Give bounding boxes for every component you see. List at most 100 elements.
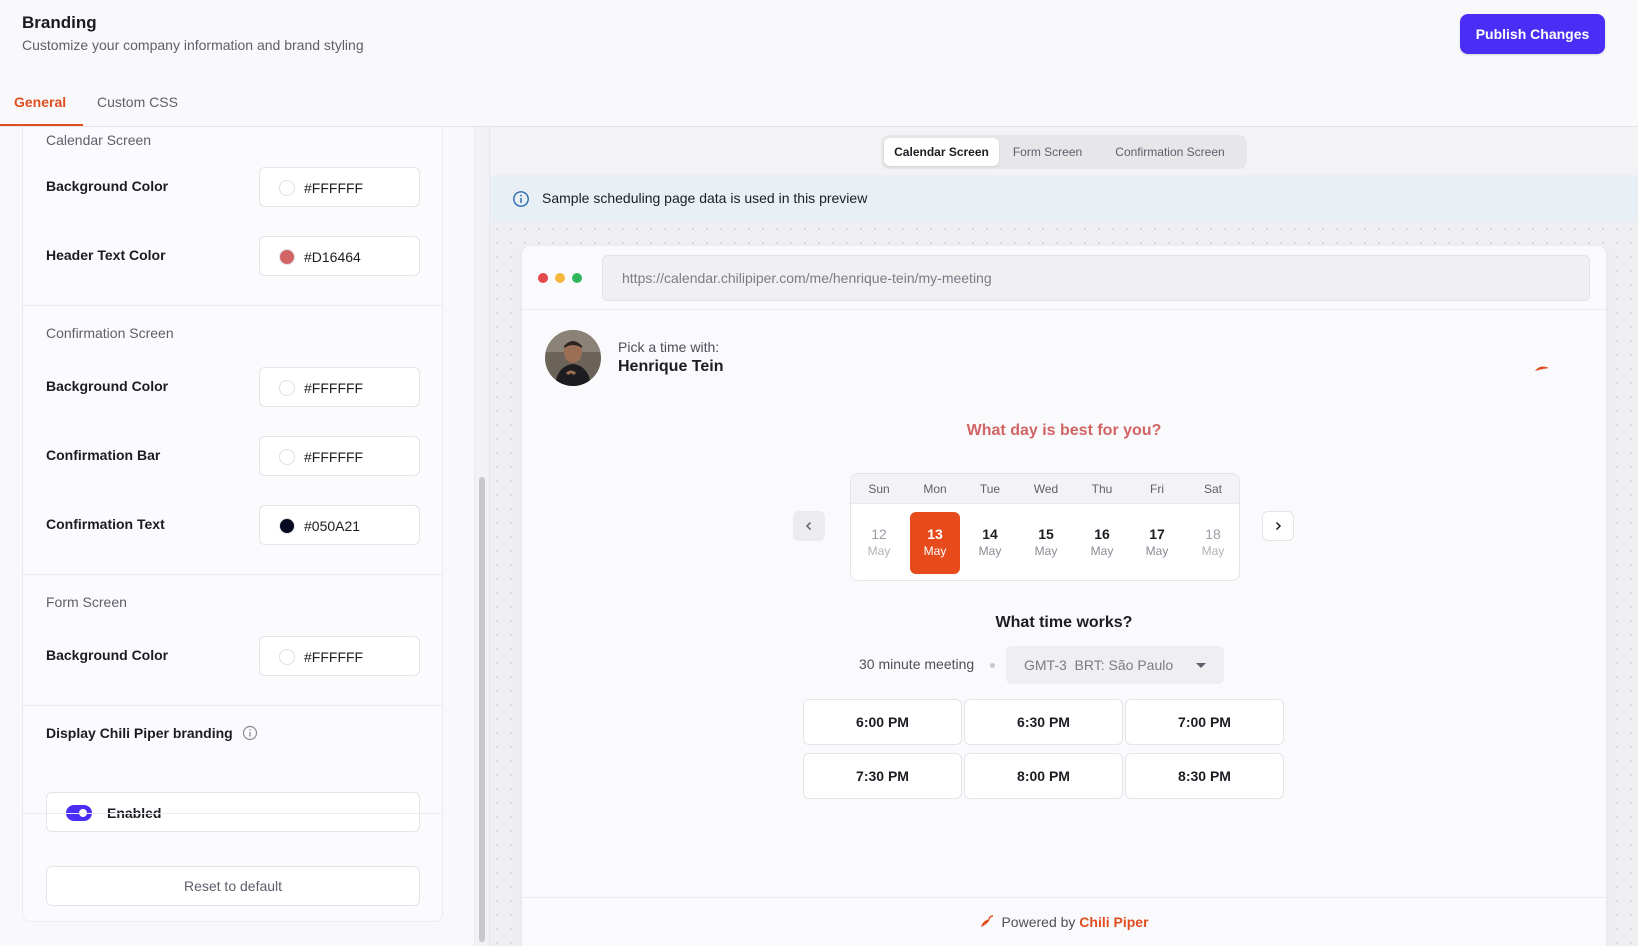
chili-pepper-icon <box>981 915 994 927</box>
next-week-button[interactable] <box>1262 511 1294 541</box>
form-bg-color-input[interactable]: #FFFFFF <box>259 636 420 676</box>
section-divider <box>23 574 442 575</box>
timezone-select[interactable]: GMT-3 BRT: São Paulo <box>1006 646 1224 684</box>
screen-tab-form[interactable]: Form Screen <box>1001 138 1094 166</box>
section-title-confirmation-screen: Confirmation Screen <box>46 325 174 341</box>
browser-bar: https://calendar.chilipiper.com/me/henri… <box>522 246 1606 310</box>
chili-piper-link[interactable]: Chili Piper <box>1079 914 1148 930</box>
color-swatch[interactable] <box>279 180 295 196</box>
date-day: 14 <box>982 526 998 542</box>
info-icon <box>513 191 529 207</box>
time-slot-button[interactable]: 6:00 PM <box>803 699 962 745</box>
timezone-value: GMT-3 BRT: São Paulo <box>1024 657 1174 673</box>
screen-tab-calendar[interactable]: Calendar Screen <box>884 138 999 166</box>
date-day: 18 <box>1205 526 1221 542</box>
publish-changes-button[interactable]: Publish Changes <box>1460 14 1605 54</box>
color-swatch[interactable] <box>279 249 295 265</box>
scrollbar[interactable] <box>474 127 490 946</box>
date-day: 17 <box>1149 526 1165 542</box>
main-tabs: General Custom CSS <box>0 80 1638 127</box>
reset-to-default-button[interactable]: Reset to default <box>46 866 420 906</box>
meeting-length: 30 minute meeting <box>859 656 975 672</box>
confirmation-text-color-label: Confirmation Text <box>46 516 165 532</box>
settings-panel: Calendar Screen Background Color #FFFFFF… <box>0 127 478 946</box>
confirmation-bar-color-input[interactable]: #FFFFFF <box>259 436 420 476</box>
url-text: https://calendar.chilipiper.com/me/henri… <box>622 270 992 286</box>
date-day: 13 <box>927 526 943 542</box>
calendar-header-text-color-label: Header Text Color <box>46 247 166 263</box>
section-title-form-screen: Form Screen <box>46 594 127 610</box>
chili-pepper-icon <box>1535 366 1549 371</box>
color-swatch[interactable] <box>279 649 295 665</box>
confirmation-bg-color-label: Background Color <box>46 378 169 394</box>
host-intro: Pick a time with: <box>618 339 720 355</box>
time-slot-button[interactable]: 8:30 PM <box>1125 753 1284 799</box>
weekday-label: Wed <box>1033 482 1059 496</box>
section-title-calendar-screen: Calendar Screen <box>46 132 152 148</box>
date-month: May <box>867 544 891 558</box>
chevron-right-icon <box>1275 521 1282 530</box>
previous-week-button[interactable] <box>793 511 825 541</box>
time-slot-button[interactable]: 7:30 PM <box>803 753 962 799</box>
window-maximize-dot <box>572 273 582 283</box>
section-divider <box>23 705 442 706</box>
time-slot-button[interactable]: 8:00 PM <box>964 753 1123 799</box>
date-month: May <box>1090 544 1114 558</box>
color-swatch[interactable] <box>279 449 295 465</box>
weekday-label: Tue <box>979 482 1001 496</box>
weekday-header: Sun Mon Tue Wed Thu Fri Sat <box>851 474 1239 504</box>
color-swatch[interactable] <box>279 380 295 396</box>
tab-custom-css[interactable]: Custom CSS <box>97 94 178 110</box>
separator-dot <box>990 663 995 668</box>
window-minimize-dot <box>555 273 565 283</box>
date-cell-14[interactable]: 14 May <box>965 512 1015 574</box>
date-cell-16[interactable]: 16 May <box>1077 512 1127 574</box>
date-month: May <box>1201 544 1225 558</box>
date-day: 16 <box>1094 526 1110 542</box>
weekday-label: Mon <box>923 482 947 496</box>
color-value: #050A21 <box>304 518 361 534</box>
time-question: What time works? <box>995 614 1133 631</box>
color-value: #FFFFFF <box>304 649 364 665</box>
powered-by-footer: Powered by Chili Piper <box>522 897 1606 946</box>
caret-down-icon <box>1196 663 1206 668</box>
tab-general[interactable]: General <box>14 94 66 110</box>
branding-toggle-row[interactable]: Enabled <box>46 792 420 832</box>
time-slot-button[interactable]: 6:30 PM <box>964 699 1123 745</box>
date-cell-15[interactable]: 15 May <box>1021 512 1071 574</box>
browser-mockup: https://calendar.chilipiper.com/me/henri… <box>522 246 1606 946</box>
scrollbar-thumb[interactable] <box>479 477 485 942</box>
section-divider <box>23 813 442 814</box>
calendar-header-text-color-input[interactable]: #D16464 <box>259 236 420 276</box>
color-swatch[interactable] <box>279 518 295 534</box>
page-title: Branding <box>22 13 97 32</box>
weekday-label: Fri <box>1150 482 1164 496</box>
date-day: 12 <box>871 526 887 542</box>
screen-tab-confirmation[interactable]: Confirmation Screen <box>1096 138 1244 166</box>
preview-panel: Calendar Screen Form Screen Confirmation… <box>490 127 1638 946</box>
color-value: #FFFFFF <box>304 380 364 396</box>
calendar-bg-color-label: Background Color <box>46 178 169 194</box>
date-cell-18: 18 May <box>1188 512 1238 574</box>
date-cell-12: 12 May <box>854 512 904 574</box>
settings-card: Calendar Screen Background Color #FFFFFF… <box>22 127 443 922</box>
color-value: #D16464 <box>304 249 361 265</box>
date-day: 15 <box>1038 526 1054 542</box>
confirmation-text-color-input[interactable]: #050A21 <box>259 505 420 545</box>
preview-notice: Sample scheduling page data is used in t… <box>490 175 1638 222</box>
url-bar: https://calendar.chilipiper.com/me/henri… <box>602 255 1590 301</box>
window-close-dot <box>538 273 548 283</box>
chevron-left-icon <box>805 521 812 530</box>
date-month: May <box>978 544 1002 558</box>
form-bg-color-label: Background Color <box>46 647 169 663</box>
day-question: What day is best for you? <box>966 422 1162 439</box>
time-slot-button[interactable]: 7:00 PM <box>1125 699 1284 745</box>
date-cell-13[interactable]: 13 May <box>910 512 960 574</box>
date-cell-17[interactable]: 17 May <box>1132 512 1182 574</box>
calendar-bg-color-input[interactable]: #FFFFFF <box>259 167 420 207</box>
info-icon[interactable] <box>242 725 258 741</box>
section-divider <box>23 305 442 306</box>
date-month: May <box>1034 544 1058 558</box>
weekday-label: Sun <box>868 482 890 496</box>
confirmation-bg-color-input[interactable]: #FFFFFF <box>259 367 420 407</box>
